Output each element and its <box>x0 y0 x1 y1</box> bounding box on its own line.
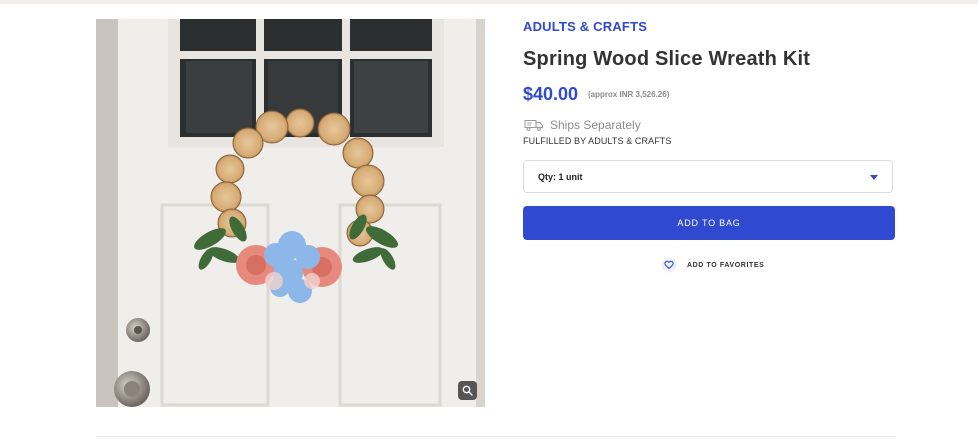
truck-icon <box>524 120 543 131</box>
caret-down-icon <box>870 175 878 180</box>
top-strip <box>0 0 978 4</box>
shipping-text: Ships Separately <box>550 118 641 132</box>
product-price: $40.00 <box>523 84 579 104</box>
add-to-bag-label: ADD TO BAG <box>677 218 741 228</box>
divider <box>96 436 896 437</box>
add-to-favorites-button[interactable]: ADD TO FAVORITES <box>661 257 764 273</box>
fulfilled-by: FULFILLED BY ADULTS & CRAFTS <box>523 136 672 146</box>
add-to-favorites-label: ADD TO FAVORITES <box>687 261 765 269</box>
add-to-bag-button[interactable]: ADD TO BAG <box>523 206 895 240</box>
price-approx: (approx INR 3,526.26) <box>588 90 670 99</box>
product-title: Spring Wood Slice Wreath Kit <box>523 48 811 70</box>
heart-icon <box>661 257 677 273</box>
quantity-select[interactable]: Qty: 1 unit <box>523 160 893 193</box>
zoom-button[interactable] <box>458 381 477 400</box>
shipping-info: Ships Separately <box>524 118 641 132</box>
product-category-link[interactable]: ADULTS & CRAFTS <box>523 19 647 34</box>
product-image[interactable] <box>96 19 485 407</box>
quantity-value: Qty: 1 unit <box>538 172 583 182</box>
magnifier-icon <box>462 385 473 396</box>
